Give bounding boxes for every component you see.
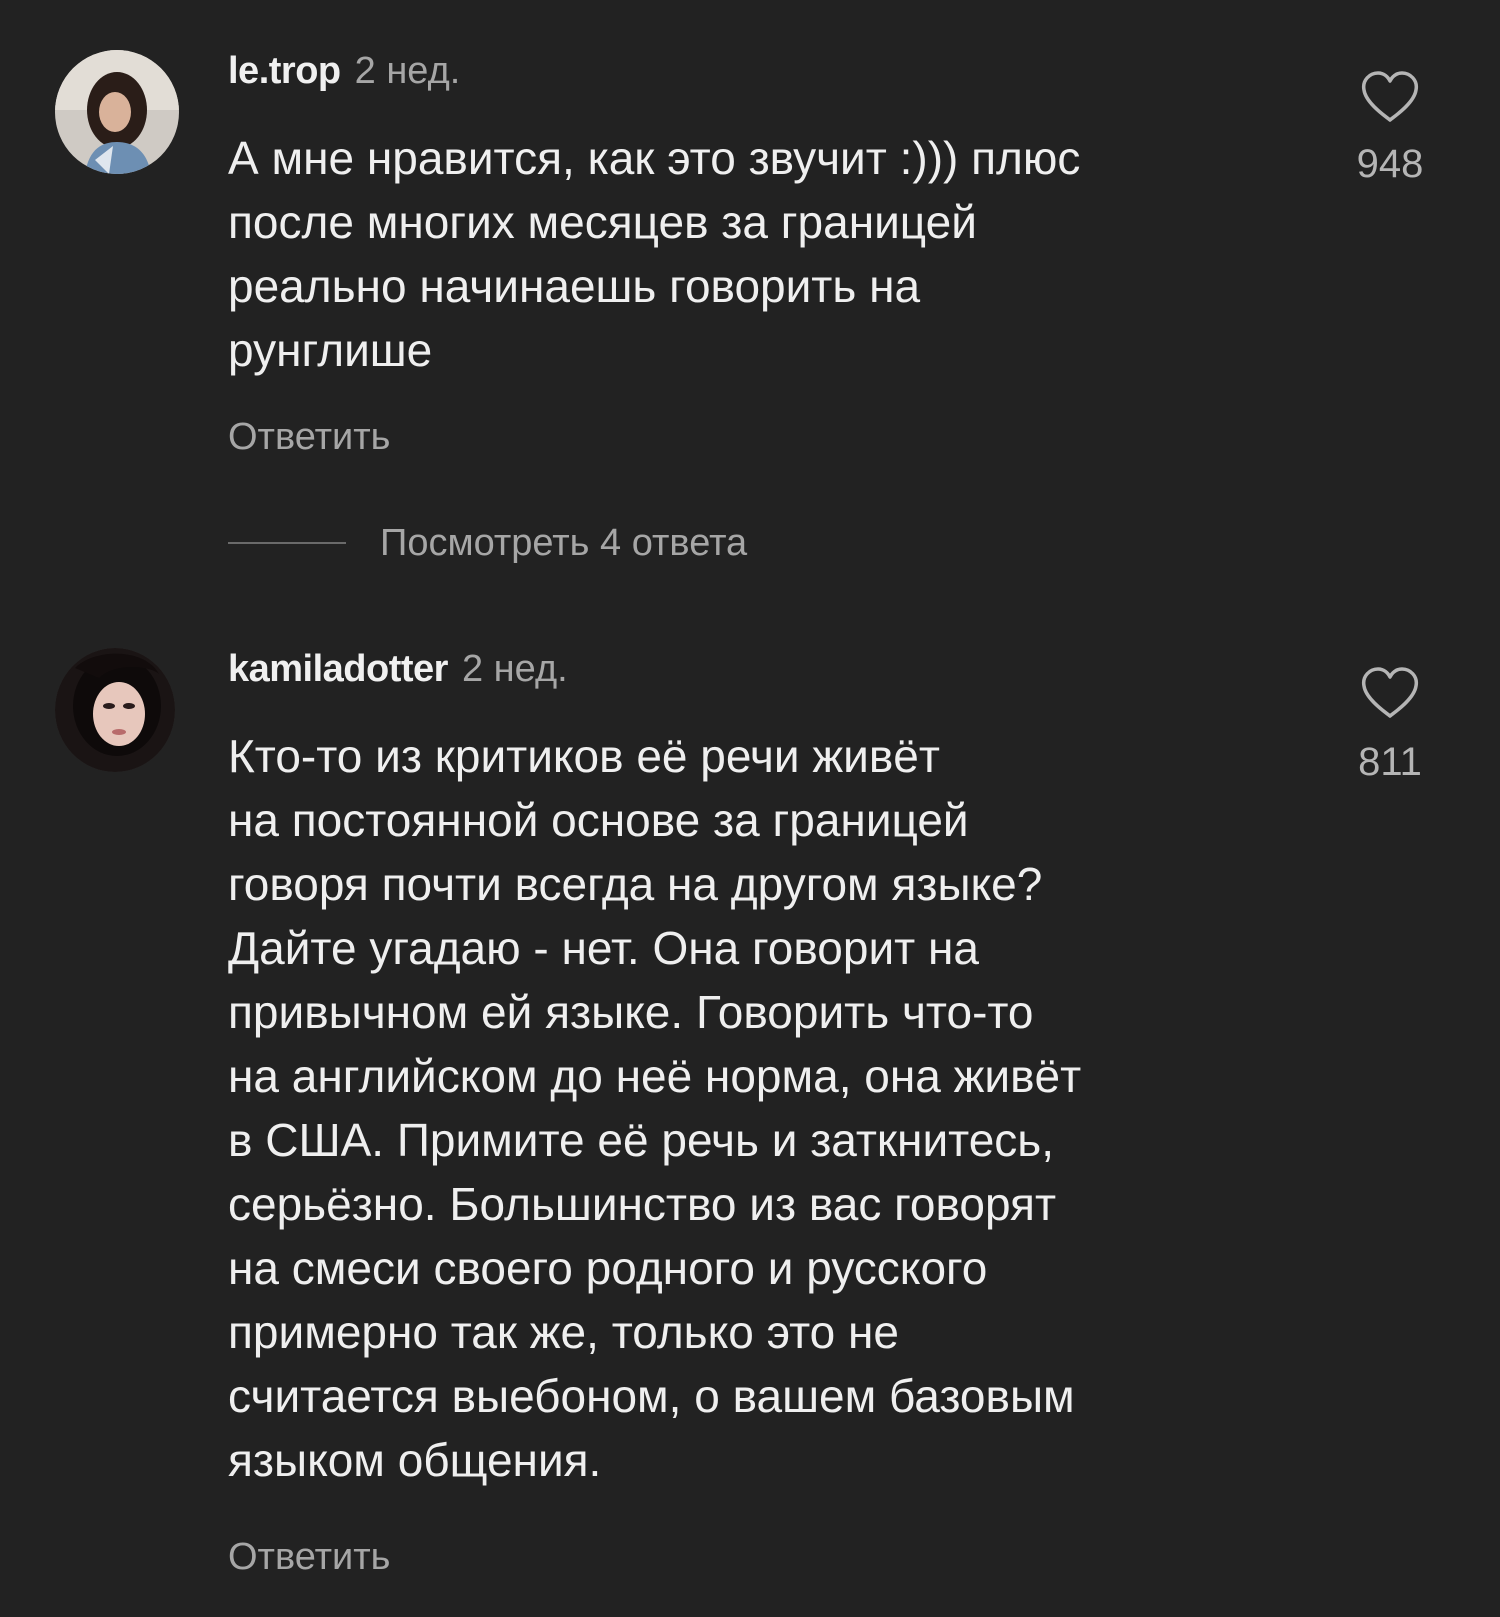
comment-text-line: Дайте угадаю - нет. Она говорит на [228, 922, 980, 974]
like-count: 948 [1356, 142, 1424, 186]
like-button[interactable] [1360, 70, 1420, 124]
heart-outline-icon [1361, 71, 1419, 122]
reply-button[interactable]: Ответить [228, 414, 390, 460]
comment-text-line: на английском до неё норма, она живёт [228, 1050, 1082, 1102]
avatar[interactable] [55, 648, 175, 772]
comment-text-line: примерно так же, только это не [228, 1306, 899, 1358]
comment-text-line: языком общения. [228, 1434, 602, 1486]
comment-text-line: А мне нравится, как это звучит :))) плюс [228, 132, 1081, 184]
view-replies-label: Посмотреть 4 ответа [380, 522, 748, 564]
comment-text-line: привычном ей языке. Говорить что-то [228, 986, 1034, 1038]
comment-text-line: на смеси своего родного и русского [228, 1242, 988, 1294]
timestamp: 2 нед. [461, 648, 568, 690]
comment-text-line: Кто-то из критиков её речи живёт [228, 730, 940, 782]
avatar[interactable] [55, 50, 179, 174]
comment-text-line: говоря почти всегда на другом языке? [228, 858, 1043, 910]
comment-header: le.trop 2 нед. [228, 48, 460, 94]
replies-divider [228, 542, 346, 544]
username[interactable]: kamiladotter [228, 648, 448, 690]
timestamp: 2 нед. [354, 50, 461, 92]
comment-text-line: считается выебоном, о вашем базовым [228, 1370, 1075, 1422]
username[interactable]: le.trop [228, 50, 341, 92]
avatar-photo [55, 50, 179, 174]
comment-text: Кто-то из критиков её речи живёт на пост… [228, 724, 1288, 1492]
comment-text-line: на постоянной основе за границей [228, 794, 969, 846]
comment-text-line: рунглише [228, 324, 433, 376]
avatar-photo [55, 648, 175, 772]
comment-text-line: реально начинаешь говорить на [228, 260, 921, 312]
like-button[interactable] [1360, 666, 1420, 720]
comment-text-line: серьёзно. Большинство из вас говорят [228, 1178, 1057, 1230]
heart-outline-icon [1361, 667, 1419, 718]
reply-button[interactable]: Ответить [228, 1534, 390, 1580]
view-replies-button[interactable]: Посмотреть 4 ответа [228, 520, 747, 566]
like-count: 811 [1358, 740, 1422, 784]
comment-text-line: в США. Примите её речь и заткнитесь, [228, 1114, 1055, 1166]
comment-header: kamiladotter 2 нед. [228, 646, 568, 692]
comment-text-line: после многих месяцев за границей [228, 196, 977, 248]
comment-text: А мне нравится, как это звучит :))) плюс… [228, 126, 1288, 382]
